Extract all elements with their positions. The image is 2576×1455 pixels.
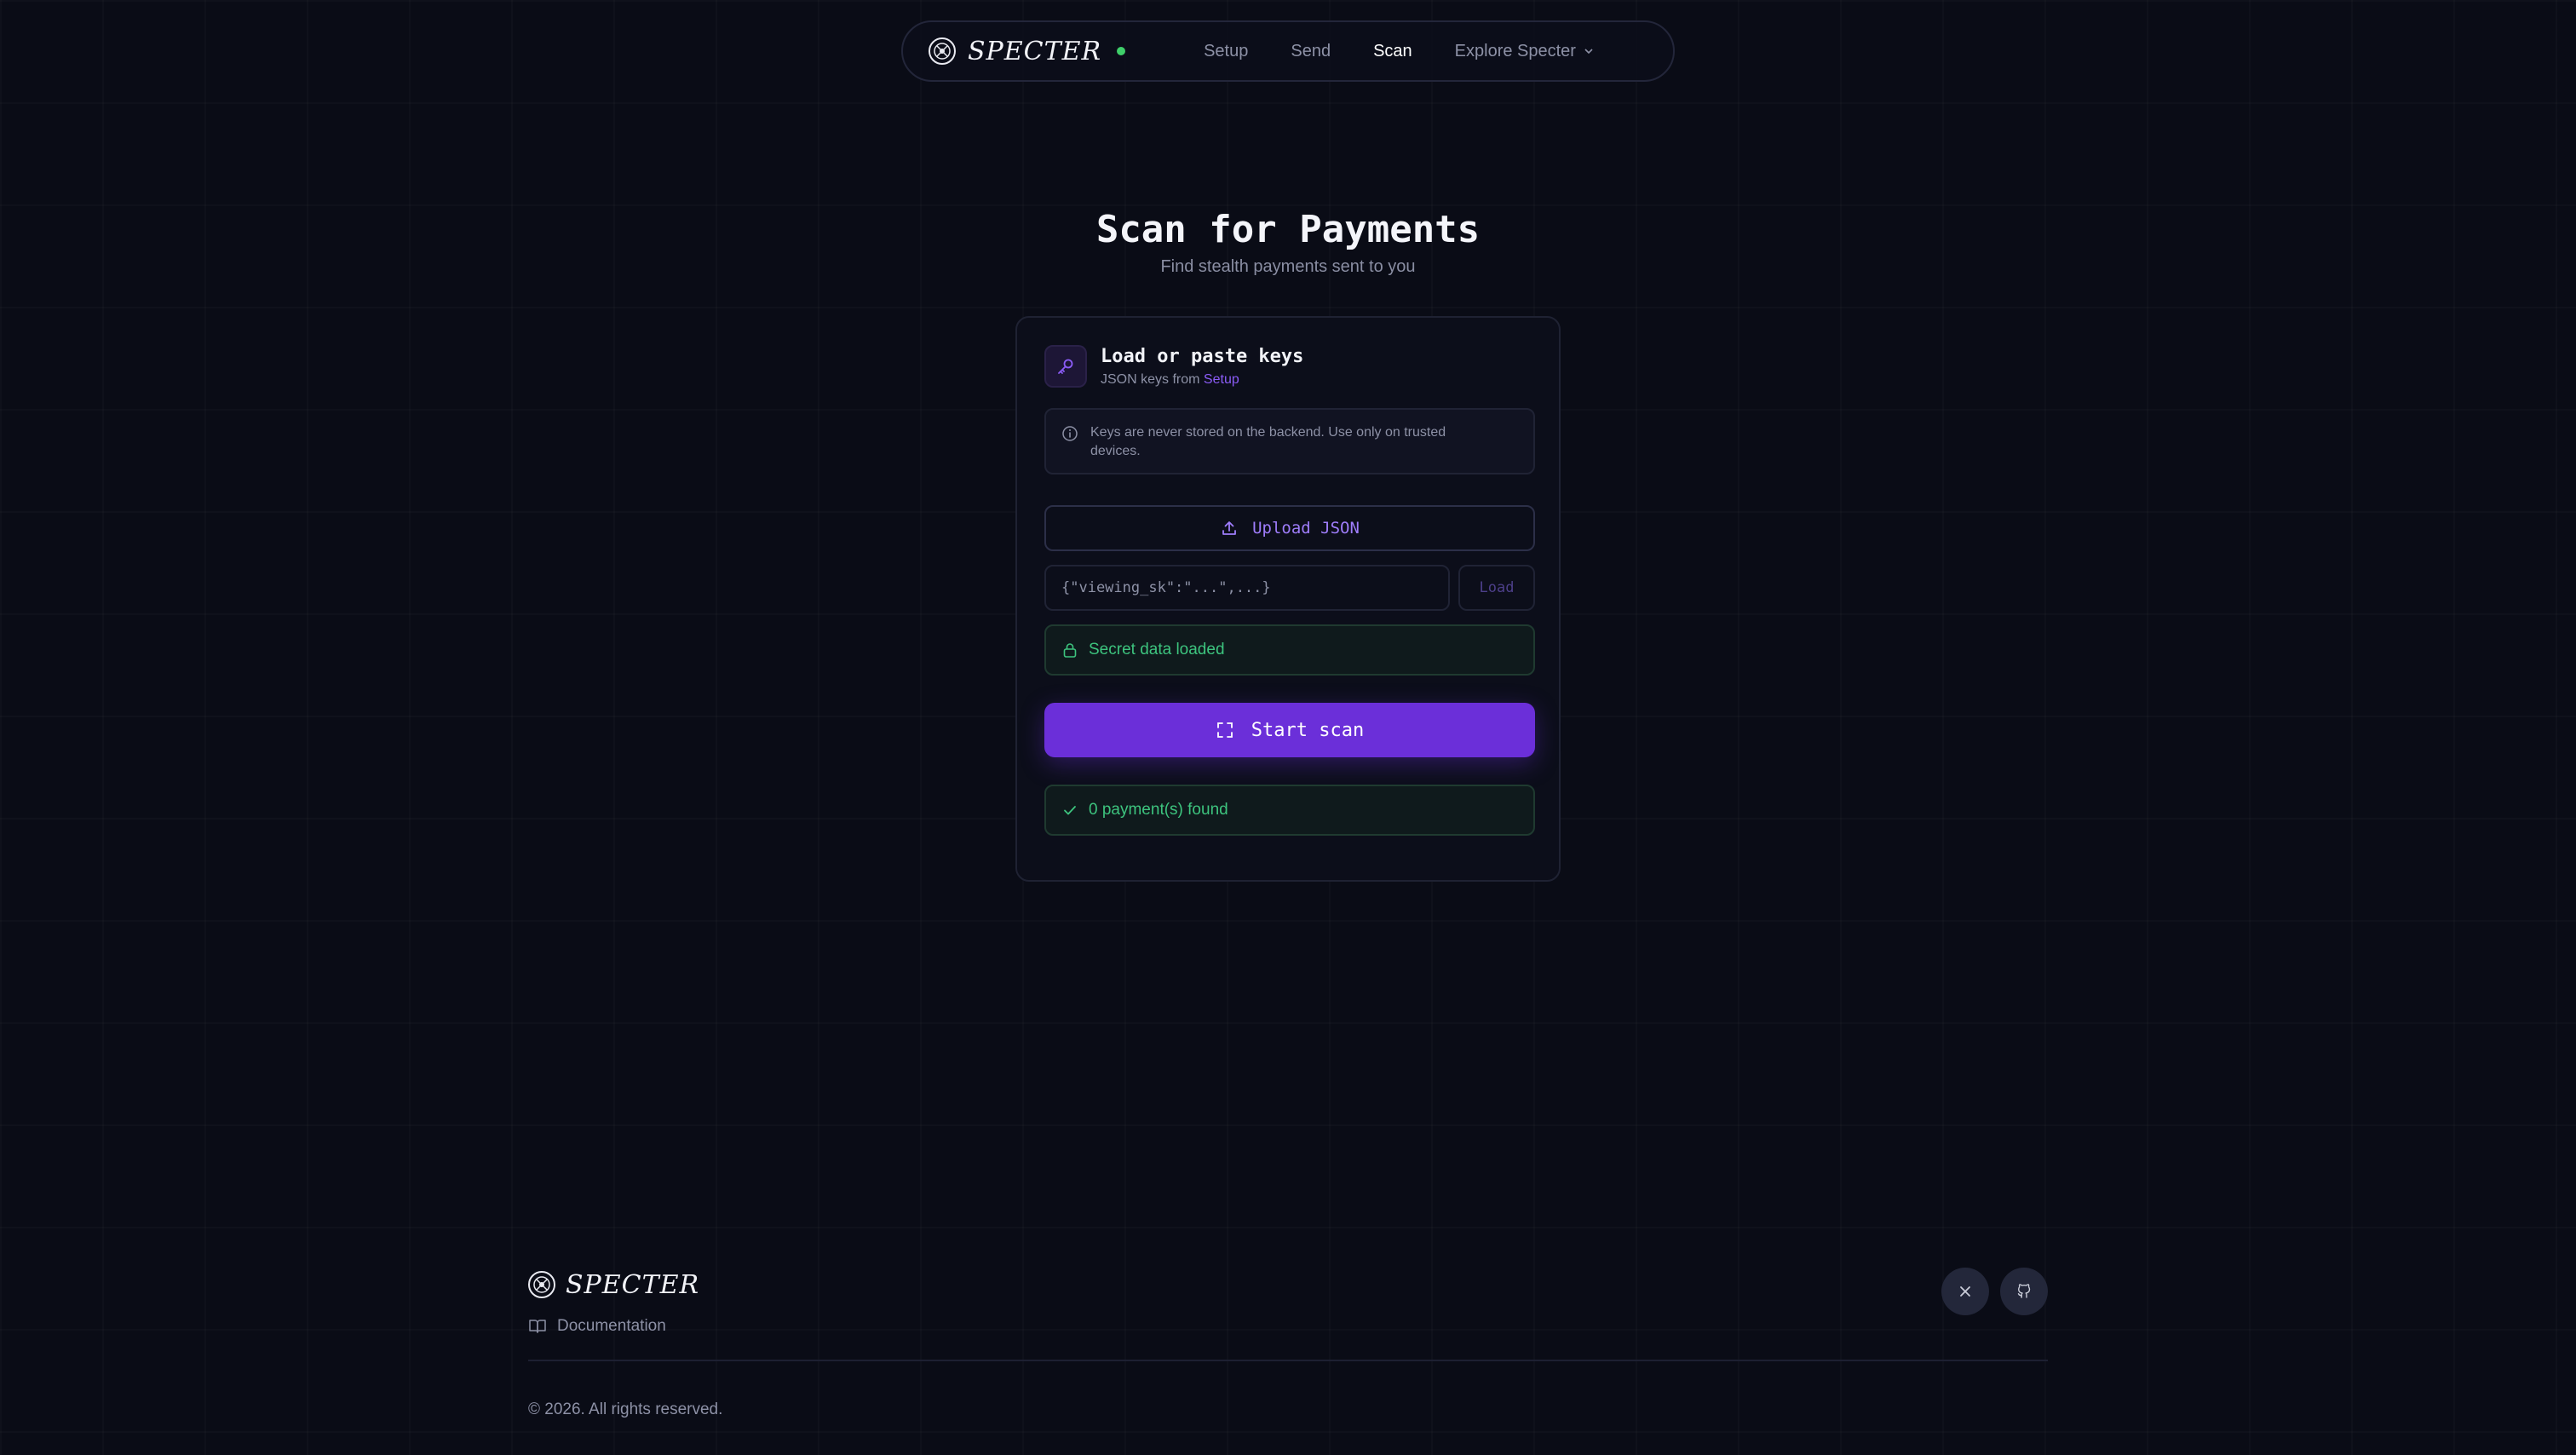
status-dot <box>1117 47 1126 55</box>
footer-brand[interactable]: SPECTER <box>526 1269 699 1300</box>
upload-json-button[interactable]: Upload JSON <box>1044 505 1535 551</box>
nav-link-send[interactable]: Send <box>1291 42 1331 61</box>
card-header-text: Load or paste keys JSON keys from Setup <box>1101 346 1303 388</box>
github-icon <box>2017 1284 2031 1298</box>
nav-link-explore-label: Explore Specter <box>1454 41 1576 60</box>
check-icon <box>1064 806 1076 815</box>
brand[interactable]: SPECTER <box>927 36 1126 66</box>
upload-json-label: Upload JSON <box>1252 519 1360 538</box>
lock-icon <box>1063 643 1077 658</box>
footer-brand-name: SPECTER <box>566 1269 700 1300</box>
x-social-icon <box>1960 1286 1970 1297</box>
documentation-label: Documentation <box>557 1317 666 1335</box>
documentation-link[interactable]: Documentation <box>528 1317 666 1336</box>
x-social-button[interactable] <box>1941 1268 1989 1315</box>
specter-logo-icon <box>528 1271 555 1298</box>
json-keys-input[interactable] <box>1044 565 1450 611</box>
security-notice: Keys are never stored on the backend. Us… <box>1044 408 1535 474</box>
nav-link-scan[interactable]: Scan <box>1373 42 1412 61</box>
scan-frame-icon <box>1216 722 1233 738</box>
chevron-down-icon <box>1584 49 1593 55</box>
brand-name: SPECTER <box>968 36 1102 66</box>
scan-card: Load or paste keys JSON keys from Setup … <box>1015 316 1561 882</box>
top-nav: SPECTER Setup Send Scan Explore Specter <box>901 20 1675 82</box>
start-scan-button[interactable]: Start scan <box>1044 703 1535 757</box>
info-icon <box>1062 426 1078 441</box>
copyright: © 2026. All rights reserved. <box>528 1400 723 1418</box>
card-header: Load or paste keys JSON keys from Setup <box>1044 345 1303 388</box>
key-icon-box <box>1044 345 1087 388</box>
specter-logo-icon <box>929 37 956 65</box>
card-subtitle-prefix: JSON keys from <box>1101 371 1200 387</box>
load-button[interactable]: Load <box>1458 565 1535 611</box>
card-title: Load or paste keys <box>1101 345 1304 367</box>
upload-icon <box>1222 521 1236 535</box>
book-icon <box>529 1320 546 1333</box>
nav-link-setup[interactable]: Setup <box>1204 42 1248 61</box>
secret-loaded-text: Secret data loaded <box>1089 641 1225 658</box>
scan-result-status: 0 payment(s) found <box>1044 785 1535 836</box>
nav-link-explore[interactable]: Explore Specter <box>1455 42 1595 61</box>
page-title: Scan for Payments <box>1095 208 1481 251</box>
setup-link[interactable]: Setup <box>1204 372 1239 387</box>
page-subtitle: Find stealth payments sent to you <box>1160 257 1416 276</box>
key-icon <box>1058 359 1073 374</box>
secret-loaded-status: Secret data loaded <box>1044 624 1535 676</box>
github-button[interactable] <box>2000 1268 2048 1315</box>
card-subtitle: JSON keys from Setup <box>1101 372 1303 388</box>
nav-links: Setup Send Scan Explore Specter <box>1204 42 1595 61</box>
security-notice-text: Keys are never stored on the backend. Us… <box>1090 425 1446 458</box>
scan-result-text: 0 payment(s) found <box>1089 801 1228 819</box>
start-scan-label: Start scan <box>1251 719 1365 741</box>
footer-divider <box>528 1360 2048 1361</box>
